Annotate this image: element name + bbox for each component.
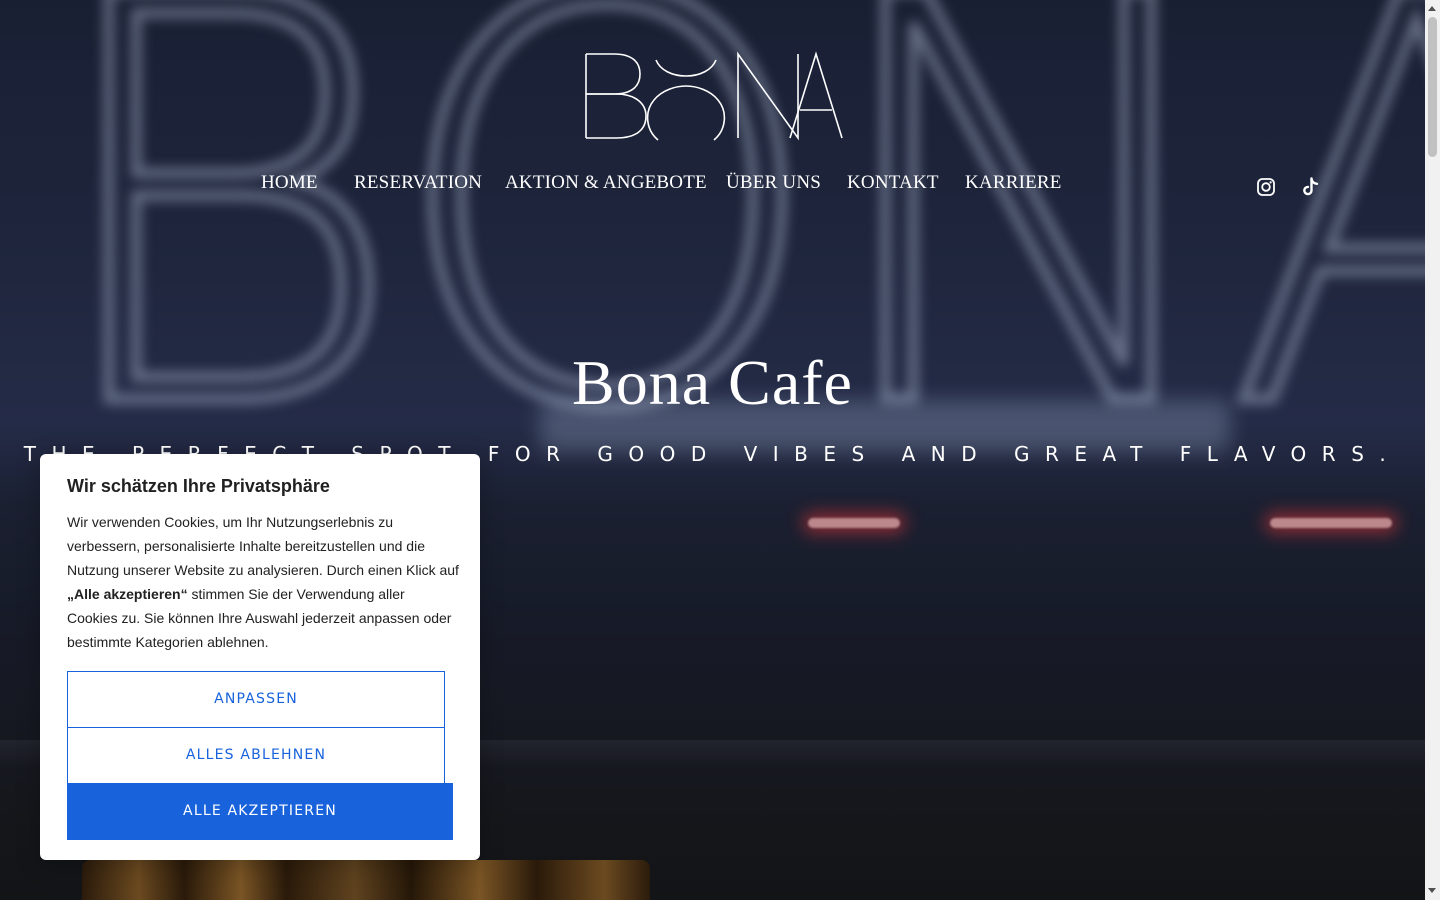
customize-button[interactable]: ANPASSEN — [67, 671, 445, 728]
scroll-down-arrow-icon[interactable] — [1428, 888, 1436, 893]
bona-logo[interactable] — [584, 50, 844, 142]
cookie-text-accept-highlight: „Alle akzeptieren“ — [67, 586, 188, 602]
nav-karriere[interactable]: KARRIERE — [965, 172, 1062, 194]
reject-all-button[interactable]: ALLES ABLEHNEN — [67, 727, 445, 784]
page: BONA HOME RESERVATION AKTION & ANGEBOTE … — [0, 0, 1440, 900]
tiktok-icon[interactable] — [1299, 176, 1321, 198]
instagram-icon[interactable] — [1255, 176, 1277, 198]
nav-kontakt[interactable]: KONTAKT — [847, 172, 939, 194]
accept-all-button[interactable]: ALLE AKZEPTIEREN — [67, 783, 453, 840]
scroll-up-arrow-icon[interactable] — [1428, 6, 1436, 11]
cookie-consent-banner: Wir schätzen Ihre Privatsphäre Wir verwe… — [40, 454, 480, 860]
nav-aktion-angebote[interactable]: AKTION & ANGEBOTE — [505, 172, 707, 194]
main-nav: HOME RESERVATION AKTION & ANGEBOTE ÜBER … — [0, 172, 1425, 204]
cafe-interior-image — [82, 860, 650, 900]
nav-home[interactable]: HOME — [261, 172, 318, 194]
nav-reservation[interactable]: RESERVATION — [354, 172, 482, 194]
hero-title: Bona Cafe — [572, 347, 853, 418]
page-scrollbar[interactable] — [1425, 0, 1440, 900]
nav-ueber-uns[interactable]: ÜBER UNS — [726, 172, 821, 194]
cookie-text-part-1: Wir verwenden Cookies, um Ihr Nutzungser… — [67, 514, 459, 578]
cookie-banner-title: Wir schätzen Ihre Privatsphäre — [67, 476, 330, 496]
cookie-banner-text: Wir verwenden Cookies, um Ihr Nutzungser… — [67, 510, 459, 654]
scroll-thumb[interactable] — [1428, 17, 1437, 157]
